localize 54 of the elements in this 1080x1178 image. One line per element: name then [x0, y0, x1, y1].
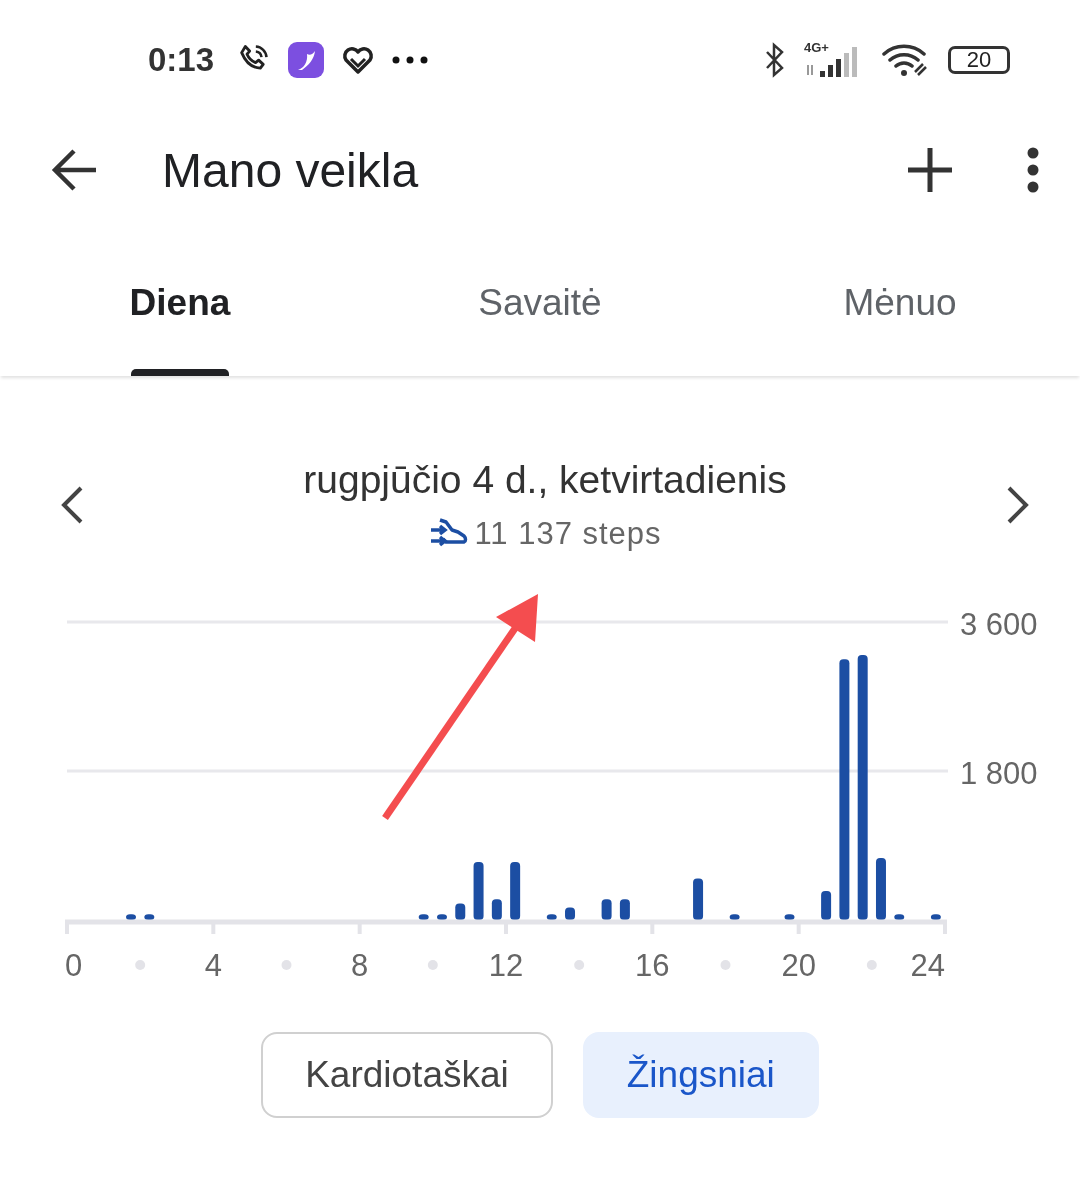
tick-dot	[574, 960, 585, 970]
wifi-icon	[882, 42, 930, 78]
status-time: 0:13	[148, 41, 215, 79]
tick-dot	[281, 960, 292, 970]
back-button[interactable]	[50, 148, 98, 192]
bluetooth-icon	[764, 42, 786, 78]
page-title: Mano veikla	[162, 142, 420, 198]
x-axis-label: 0	[65, 948, 83, 983]
step-bar	[126, 914, 136, 920]
x-axis-label: 12	[488, 948, 524, 983]
step-bar	[491, 899, 502, 920]
x-axis-label: 4	[204, 948, 222, 983]
step-bar	[821, 891, 832, 920]
step-bar	[930, 914, 941, 920]
tick-dot	[720, 960, 731, 970]
heart-icon	[342, 45, 375, 75]
step-bar	[510, 862, 521, 920]
tick-dot	[866, 960, 877, 970]
y-axis-label: 1 800	[960, 756, 1038, 791]
x-axis-label: 24	[910, 948, 945, 983]
step-bar	[729, 914, 740, 920]
tab[interactable]: Mėnuo	[720, 250, 1080, 376]
step-bar	[473, 862, 484, 920]
battery-icon: 20	[948, 46, 1010, 74]
step-bar	[565, 907, 575, 920]
step-bar	[601, 899, 612, 920]
step-bar	[455, 903, 466, 920]
step-bar	[437, 914, 447, 920]
step-bar	[876, 857, 886, 920]
step-bar	[418, 914, 429, 920]
more-icon	[392, 56, 429, 64]
steps-count: 11 137 steps	[474, 516, 662, 552]
step-bar	[784, 914, 795, 920]
metric-chip[interactable]: Žingsniai	[582, 1032, 819, 1118]
app-icon	[288, 42, 325, 78]
add-button[interactable]	[906, 146, 954, 194]
metric-chip[interactable]: Kardiotaškai	[261, 1032, 553, 1118]
previous-day-button[interactable]	[60, 486, 84, 524]
step-bar	[619, 899, 630, 920]
tab[interactable]: Diena	[0, 250, 360, 376]
date-title: rugpjūčio 4 d., ketvirtadienis	[303, 458, 787, 502]
step-bar	[693, 878, 704, 920]
x-axis-label: 8	[351, 948, 369, 983]
step-bar	[546, 914, 557, 920]
tick-dot	[135, 960, 146, 970]
x-axis-label: 16	[635, 948, 670, 983]
next-day-button[interactable]	[1006, 486, 1030, 524]
tab[interactable]: Savaitė	[360, 250, 720, 376]
more-options-button[interactable]	[1026, 147, 1040, 193]
step-bar	[894, 914, 905, 920]
x-axis-label: 20	[781, 948, 816, 983]
tick-dot	[427, 960, 438, 970]
step-bar	[144, 914, 155, 920]
y-axis-label: 3 600	[960, 607, 1038, 642]
